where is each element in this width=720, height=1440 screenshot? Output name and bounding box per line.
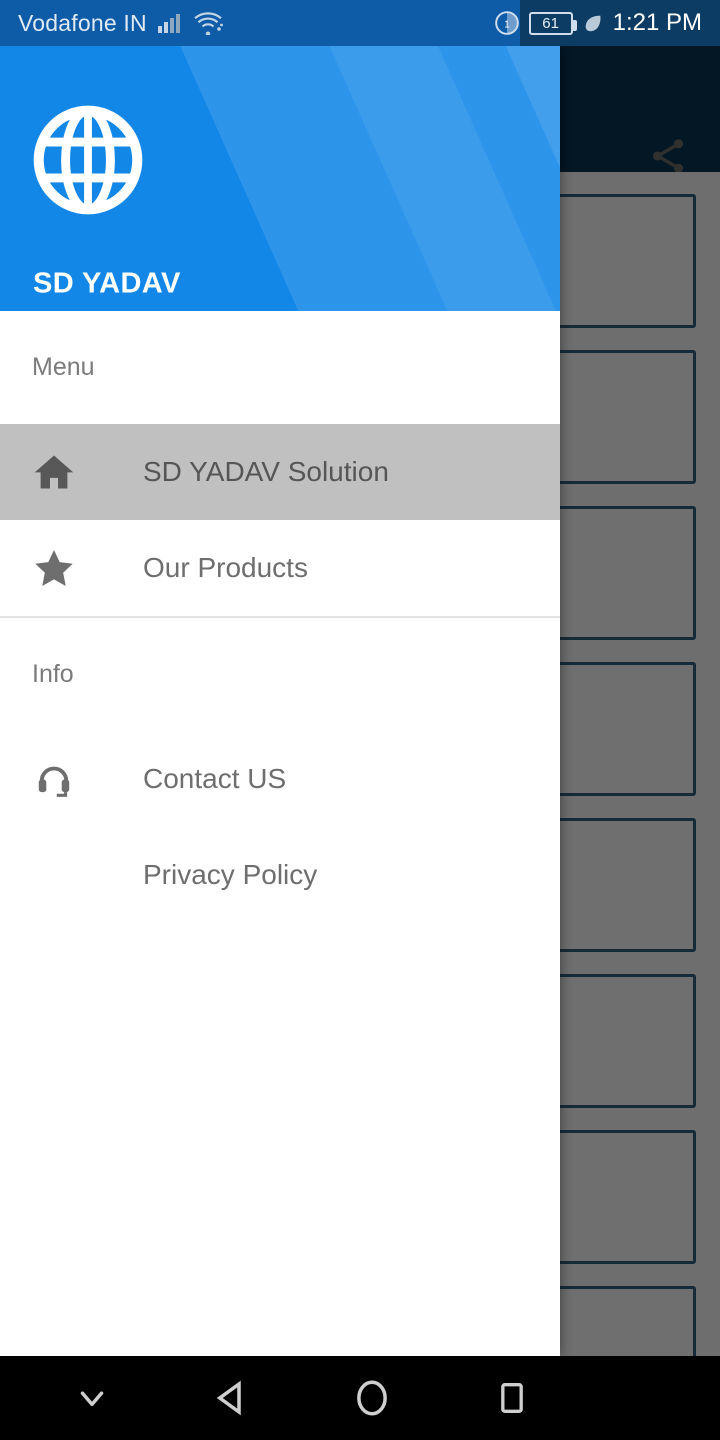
drawer-header: SD YADAV	[0, 46, 560, 311]
drawer-item-label: Our Products	[143, 552, 308, 583]
battery-indicator: 61	[528, 11, 577, 35]
recents-button[interactable]	[442, 1356, 582, 1440]
clock-label: 1:21 PM	[612, 9, 702, 36]
home-icon	[32, 450, 76, 494]
headset-icon	[32, 757, 76, 801]
star-icon	[32, 546, 76, 590]
globe-icon	[33, 105, 143, 215]
battery-level-label: 61	[542, 14, 559, 32]
section-label-info: Info	[32, 660, 74, 688]
do-not-disturb-icon: 1	[494, 11, 519, 35]
drawer-item-contact-us[interactable]: Contact US	[0, 731, 560, 827]
navigation-drawer: SD YADAV Menu SD YADAV Solution Our Prod…	[0, 46, 560, 1356]
drawer-item-sd-yadav-solution[interactable]: SD YADAV Solution	[0, 424, 560, 520]
chevron-down-icon	[80, 1391, 104, 1407]
carrier-label: Vodafone IN	[18, 9, 147, 36]
drawer-item-privacy-policy[interactable]: Privacy Policy	[0, 827, 560, 923]
hide-keyboard-button[interactable]	[22, 1356, 162, 1440]
system-navigation-bar	[0, 1356, 720, 1440]
drawer-item-label: SD YADAV Solution	[143, 456, 389, 487]
wifi-icon	[194, 12, 223, 35]
circle-home-icon	[357, 1380, 387, 1416]
square-recents-icon	[501, 1383, 523, 1413]
home-button[interactable]	[302, 1356, 442, 1440]
leaf-power-saving-icon	[585, 15, 601, 32]
status-bar: Vodafone IN 1 61 1:21 PM	[0, 0, 720, 46]
cellular-signal-icon	[157, 14, 180, 33]
drawer-item-our-products[interactable]: Our Products	[0, 520, 560, 616]
section-label-menu: Menu	[32, 353, 95, 381]
share-icon	[652, 139, 684, 173]
triangle-back-icon	[216, 1380, 241, 1416]
drawer-title: SD YADAV	[33, 267, 181, 300]
no-icon-placeholder	[32, 853, 76, 897]
drawer-item-label: Privacy Policy	[143, 859, 318, 890]
svg-text:1: 1	[504, 19, 509, 30]
drawer-item-label: Contact US	[143, 763, 287, 794]
back-button[interactable]	[162, 1356, 302, 1440]
